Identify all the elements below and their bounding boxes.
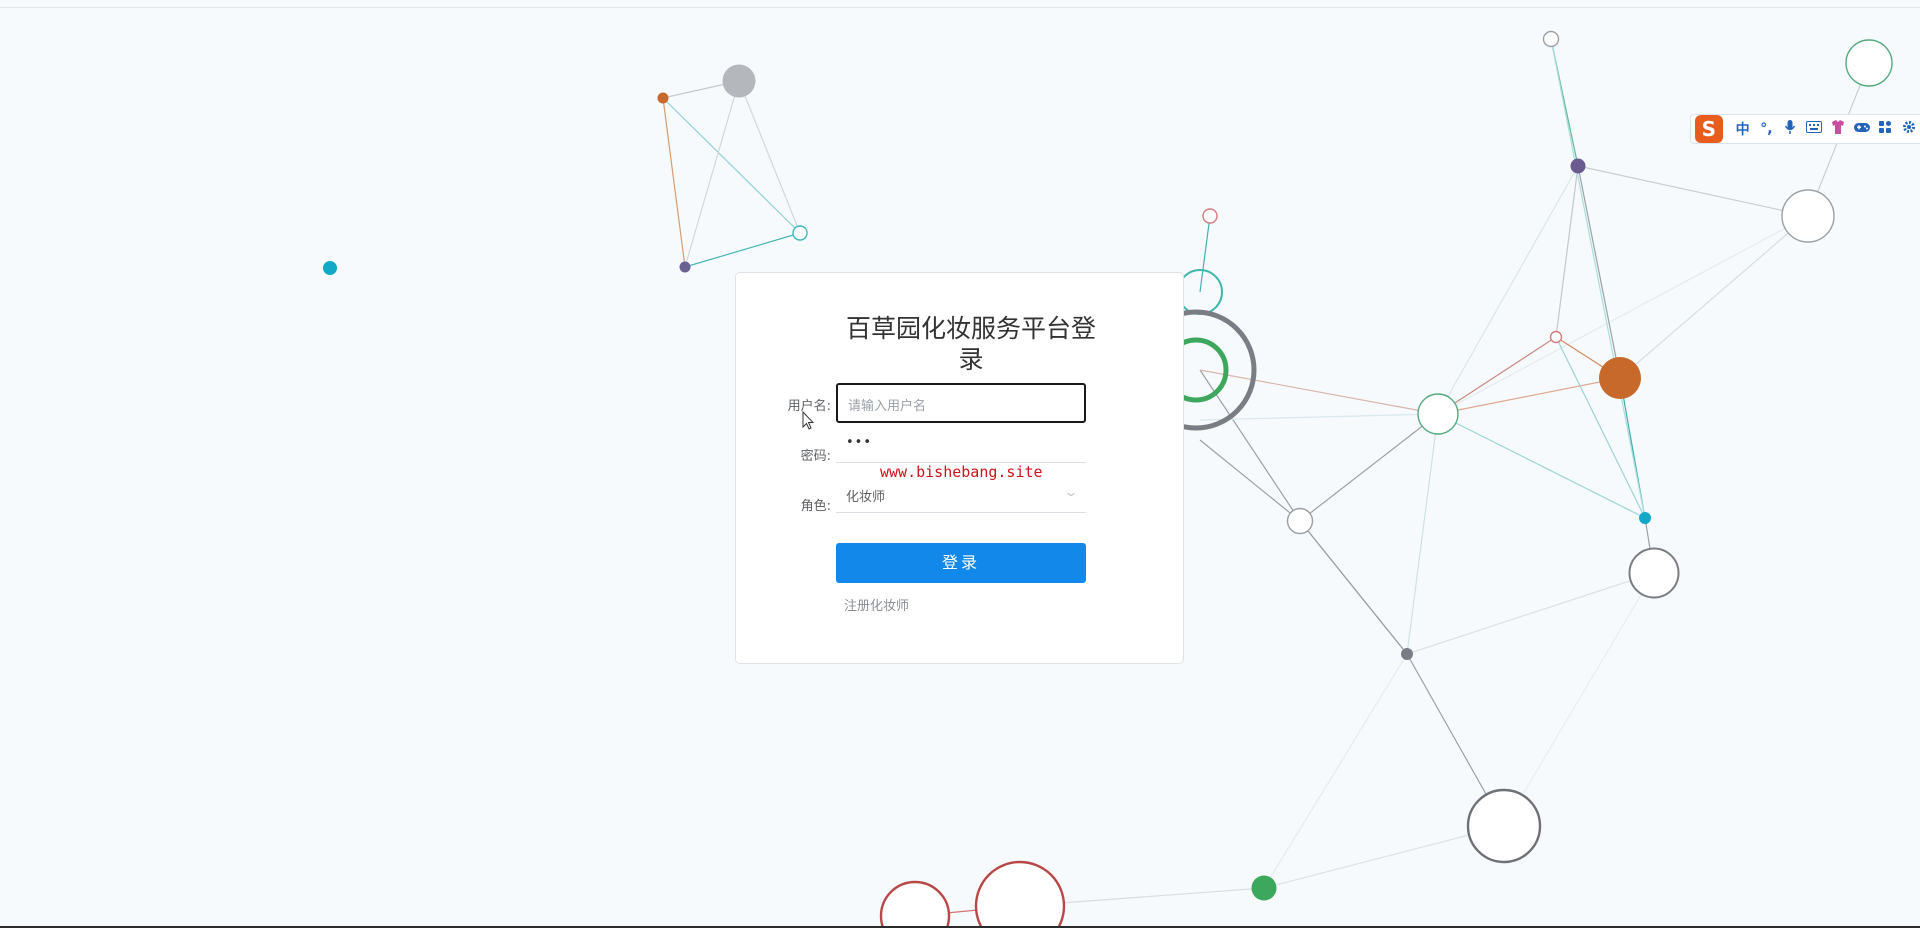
chevron-down-icon: ⌄ [1063,485,1079,499]
game-icon[interactable] [1850,120,1874,138]
password-label: 密码: [800,449,831,464]
mic-icon[interactable] [1778,119,1802,139]
login-card: 百草园化妆服务平台登录 用户名: 请输入用户名 密码: ••• 角色: 化妆师 … [735,272,1184,664]
settings-icon[interactable] [1897,120,1920,138]
ime-chinese-mode[interactable]: 中 [1731,119,1755,139]
password-input[interactable]: ••• [836,423,1086,463]
ime-toolbar: S 中 °, [1690,114,1920,144]
register-link[interactable]: 注册化妆师 [844,595,909,614]
role-selected-value: 化妆师 [846,490,886,505]
watermark-text: www.bishebang.site [880,463,1043,481]
keyboard-icon[interactable] [1802,121,1826,137]
ime-punctuation[interactable]: °, [1755,121,1779,137]
login-button[interactable]: 登录 [836,543,1086,583]
skin-icon[interactable] [1826,119,1850,139]
username-label: 用户名: [787,399,831,414]
role-label: 角色: [800,499,831,514]
username-input[interactable]: 请输入用户名 [836,383,1086,423]
login-title: 百草园化妆服务平台登录 [845,314,1096,374]
mouse-cursor-icon [802,411,814,430]
ime-logo[interactable]: S [1695,115,1723,143]
apps-icon[interactable] [1873,120,1897,138]
